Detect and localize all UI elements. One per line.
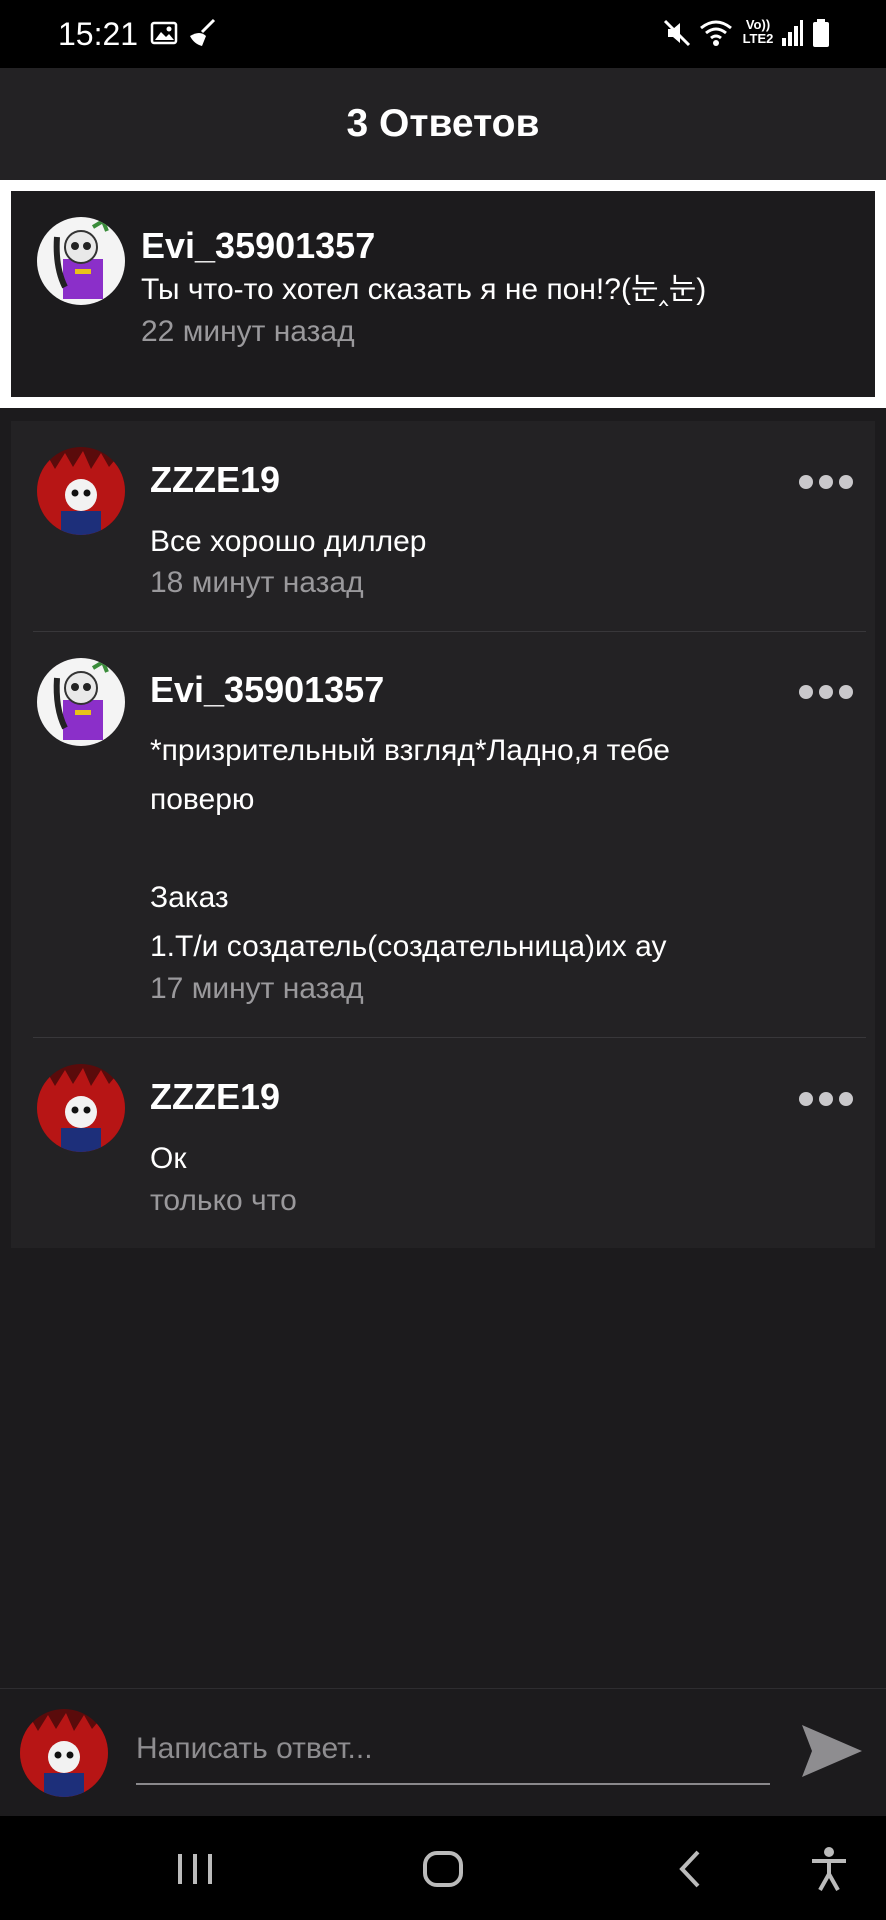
more-options-button[interactable] xyxy=(799,475,853,489)
reply-composer: Написать ответ... xyxy=(0,1688,886,1817)
purple-character-avatar-icon xyxy=(37,217,125,305)
original-comment-card[interactable]: Evi_35901357 Ты что-то хотел сказать я н… xyxy=(0,180,886,408)
wifi-icon xyxy=(700,20,732,46)
more-options-button[interactable] xyxy=(799,1092,853,1106)
red-skeleton-avatar-icon xyxy=(20,1709,108,1797)
home-icon[interactable] xyxy=(418,1844,468,1894)
reply-time: 17 минут назад xyxy=(150,972,364,1005)
reply-username[interactable]: ZZZE19 xyxy=(150,1076,280,1118)
red-skeleton-avatar-icon xyxy=(37,1064,125,1152)
red-skeleton-avatar-icon xyxy=(37,447,125,535)
reply-text: Все хорошо диллер xyxy=(150,525,427,558)
avatar[interactable] xyxy=(37,447,125,535)
system-navigation-bar xyxy=(0,1816,886,1920)
purple-character-avatar-icon xyxy=(37,658,125,746)
reply-text: *призрительный взгляд*Ладно,я тебе повер… xyxy=(150,734,670,963)
page-header: 3 Ответов xyxy=(0,68,886,180)
comment-time: 22 минут назад xyxy=(141,315,355,348)
signal-icon xyxy=(782,20,803,46)
network-type-label: Vo)) LTE2 xyxy=(742,17,774,46)
reply-input[interactable]: Написать ответ... xyxy=(136,1715,770,1785)
reply-text: Ок xyxy=(150,1142,187,1175)
avatar[interactable] xyxy=(37,658,125,746)
comment-username[interactable]: Evi_35901357 xyxy=(141,225,375,267)
avatar[interactable] xyxy=(37,217,125,305)
gallery-icon xyxy=(150,21,178,45)
original-comment-body: Evi_35901357 Ты что-то хотел сказать я н… xyxy=(11,191,875,397)
reply-username[interactable]: Evi_35901357 xyxy=(150,669,384,711)
status-time: 15:21 xyxy=(58,16,139,52)
battery-icon xyxy=(813,19,829,47)
comment-text: Ты что-то хотел сказать я не пон!?(눈‸눈) xyxy=(141,273,707,306)
reply-item: ZZZE19 Все хорошо диллер 18 минут назад xyxy=(11,421,875,631)
accessibility-icon[interactable] xyxy=(804,1844,854,1894)
replies-list: ZZZE19 Все хорошо диллер 18 минут назад … xyxy=(11,421,875,1248)
send-icon[interactable] xyxy=(800,1719,864,1783)
reply-time: только что xyxy=(150,1184,297,1217)
back-icon[interactable] xyxy=(666,1844,716,1894)
reply-username[interactable]: ZZZE19 xyxy=(150,459,280,501)
status-bar: 15:21 Vo)) LTE2 xyxy=(0,0,886,68)
avatar[interactable] xyxy=(37,1064,125,1152)
broom-icon xyxy=(190,18,216,46)
reply-item: ZZZE19 Ок только что xyxy=(11,1038,875,1248)
reply-time: 18 минут назад xyxy=(150,566,364,599)
page-title: 3 Ответов xyxy=(346,102,540,145)
my-avatar xyxy=(20,1709,108,1797)
more-options-button[interactable] xyxy=(799,685,853,699)
mute-icon xyxy=(663,19,691,47)
recent-apps-icon[interactable] xyxy=(170,1844,220,1894)
reply-item: Evi_35901357 *призрительный взгляд*Ладно… xyxy=(11,632,875,1037)
